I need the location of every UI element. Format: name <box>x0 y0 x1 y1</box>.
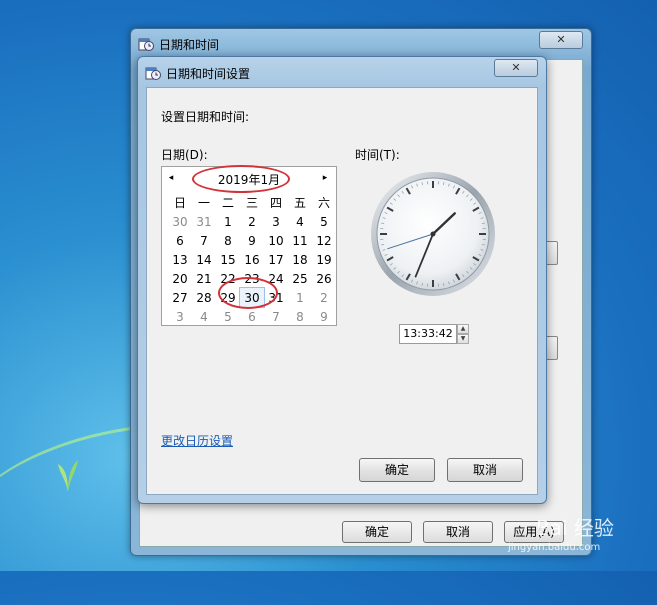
calendar-day[interactable]: 7 <box>264 307 288 326</box>
calendar-day[interactable]: 5 <box>312 212 336 231</box>
weekday-label: 四 <box>264 193 288 212</box>
calendar-day[interactable]: 12 <box>312 231 336 250</box>
calendar-day[interactable]: 7 <box>192 231 216 250</box>
analog-clock <box>369 170 497 298</box>
next-month-arrow-icon[interactable]: ▸ <box>320 172 330 184</box>
dialog-body: 设置日期和时间: 日期(D): 时间(T): ◂ 2019年1月 ▸ 日 一 二… <box>146 87 538 495</box>
weekday-label: 二 <box>216 193 240 212</box>
weekday-label: 三 <box>240 193 264 212</box>
dialog-close-button[interactable]: ✕ <box>494 59 538 77</box>
calendar-week-row: 13 14 15 16 17 18 19 <box>168 250 336 269</box>
date-time-app-icon <box>138 36 154 52</box>
watermark-url: jingyan.baidu.com <box>508 542 600 553</box>
calendar-day[interactable]: 10 <box>264 231 288 250</box>
calendar-day[interactable]: 26 <box>312 269 336 288</box>
instruction-text: 设置日期和时间: <box>161 108 249 125</box>
calendar-day[interactable]: 2 <box>312 288 336 307</box>
calendar-day[interactable]: 6 <box>168 231 192 250</box>
calendar-day[interactable]: 20 <box>168 269 192 288</box>
calendar-week-row: 6 7 8 9 10 11 12 <box>168 231 336 250</box>
calendar-week-row: 30 31 1 2 3 4 5 <box>168 212 336 231</box>
month-annotation-circle <box>192 165 290 193</box>
weekday-header-row: 日 一 二 三 四 五 六 <box>168 193 336 212</box>
weekday-label: 六 <box>312 193 336 212</box>
calendar-day[interactable]: 31 <box>192 212 216 231</box>
calendar-day[interactable]: 1 <box>288 288 312 307</box>
calendar-week-row: 3 4 5 6 7 8 9 <box>168 307 336 326</box>
weekday-label: 五 <box>288 193 312 212</box>
weekday-label: 日 <box>168 193 192 212</box>
calendar-day[interactable]: 27 <box>168 288 192 307</box>
calendar-day[interactable]: 5 <box>216 307 240 326</box>
baidu-watermark: Bai 经验 jingyan.baidu.com <box>500 510 650 560</box>
window-close-button[interactable]: ✕ <box>539 31 583 49</box>
calendar-day[interactable]: 2 <box>240 212 264 231</box>
calendar-day[interactable]: 3 <box>168 307 192 326</box>
calendar-day[interactable]: 4 <box>192 307 216 326</box>
day-annotation-circle <box>218 277 278 309</box>
window-cancel-button[interactable]: 取消 <box>423 521 493 543</box>
date-time-settings-icon <box>145 65 161 81</box>
weekday-label: 一 <box>192 193 216 212</box>
calendar-day[interactable]: 11 <box>288 231 312 250</box>
calendar-day[interactable]: 18 <box>288 250 312 269</box>
calendar-day[interactable]: 28 <box>192 288 216 307</box>
calendar-day[interactable]: 14 <box>192 250 216 269</box>
date-label: 日期(D): <box>161 146 208 163</box>
spin-down-arrow-icon[interactable]: ▼ <box>457 334 469 344</box>
dialog-cancel-button[interactable]: 取消 <box>447 458 523 482</box>
calendar-day[interactable]: 8 <box>288 307 312 326</box>
dialog-title: 日期和时间设置 <box>166 65 250 82</box>
window-ok-button[interactable]: 确定 <box>342 521 412 543</box>
window-title: 日期和时间 <box>159 36 219 53</box>
wallpaper-leaf-icon <box>56 458 80 492</box>
calendar-day[interactable]: 17 <box>264 250 288 269</box>
calendar-day[interactable]: 16 <box>240 250 264 269</box>
watermark-brand: Bai 经验 <box>536 512 614 541</box>
calendar-day[interactable]: 8 <box>216 231 240 250</box>
change-calendar-settings-link[interactable]: 更改日历设置 <box>161 432 233 449</box>
time-input[interactable]: 13:33:42 <box>399 324 457 344</box>
calendar-day[interactable]: 25 <box>288 269 312 288</box>
calendar-day[interactable]: 4 <box>288 212 312 231</box>
calendar-day[interactable]: 19 <box>312 250 336 269</box>
time-label: 时间(T): <box>355 146 400 163</box>
calendar-day[interactable]: 9 <box>312 307 336 326</box>
calendar-day[interactable]: 21 <box>192 269 216 288</box>
spin-up-arrow-icon[interactable]: ▲ <box>457 324 469 334</box>
calendar-day[interactable]: 15 <box>216 250 240 269</box>
calendar-day[interactable]: 13 <box>168 250 192 269</box>
time-spinner[interactable]: ▲ ▼ <box>457 324 469 342</box>
calendar-day[interactable]: 1 <box>216 212 240 231</box>
dialog-ok-button[interactable]: 确定 <box>359 458 435 482</box>
calendar-day[interactable]: 3 <box>264 212 288 231</box>
calendar-day[interactable]: 9 <box>240 231 264 250</box>
calendar[interactable]: ◂ 2019年1月 ▸ 日 一 二 三 四 五 六 30 31 1 <box>161 166 337 326</box>
calendar-day[interactable]: 30 <box>168 212 192 231</box>
date-time-settings-dialog: 日期和时间设置 ✕ 设置日期和时间: 日期(D): 时间(T): ◂ 2019年… <box>137 56 547 504</box>
calendar-day[interactable]: 6 <box>240 307 264 326</box>
